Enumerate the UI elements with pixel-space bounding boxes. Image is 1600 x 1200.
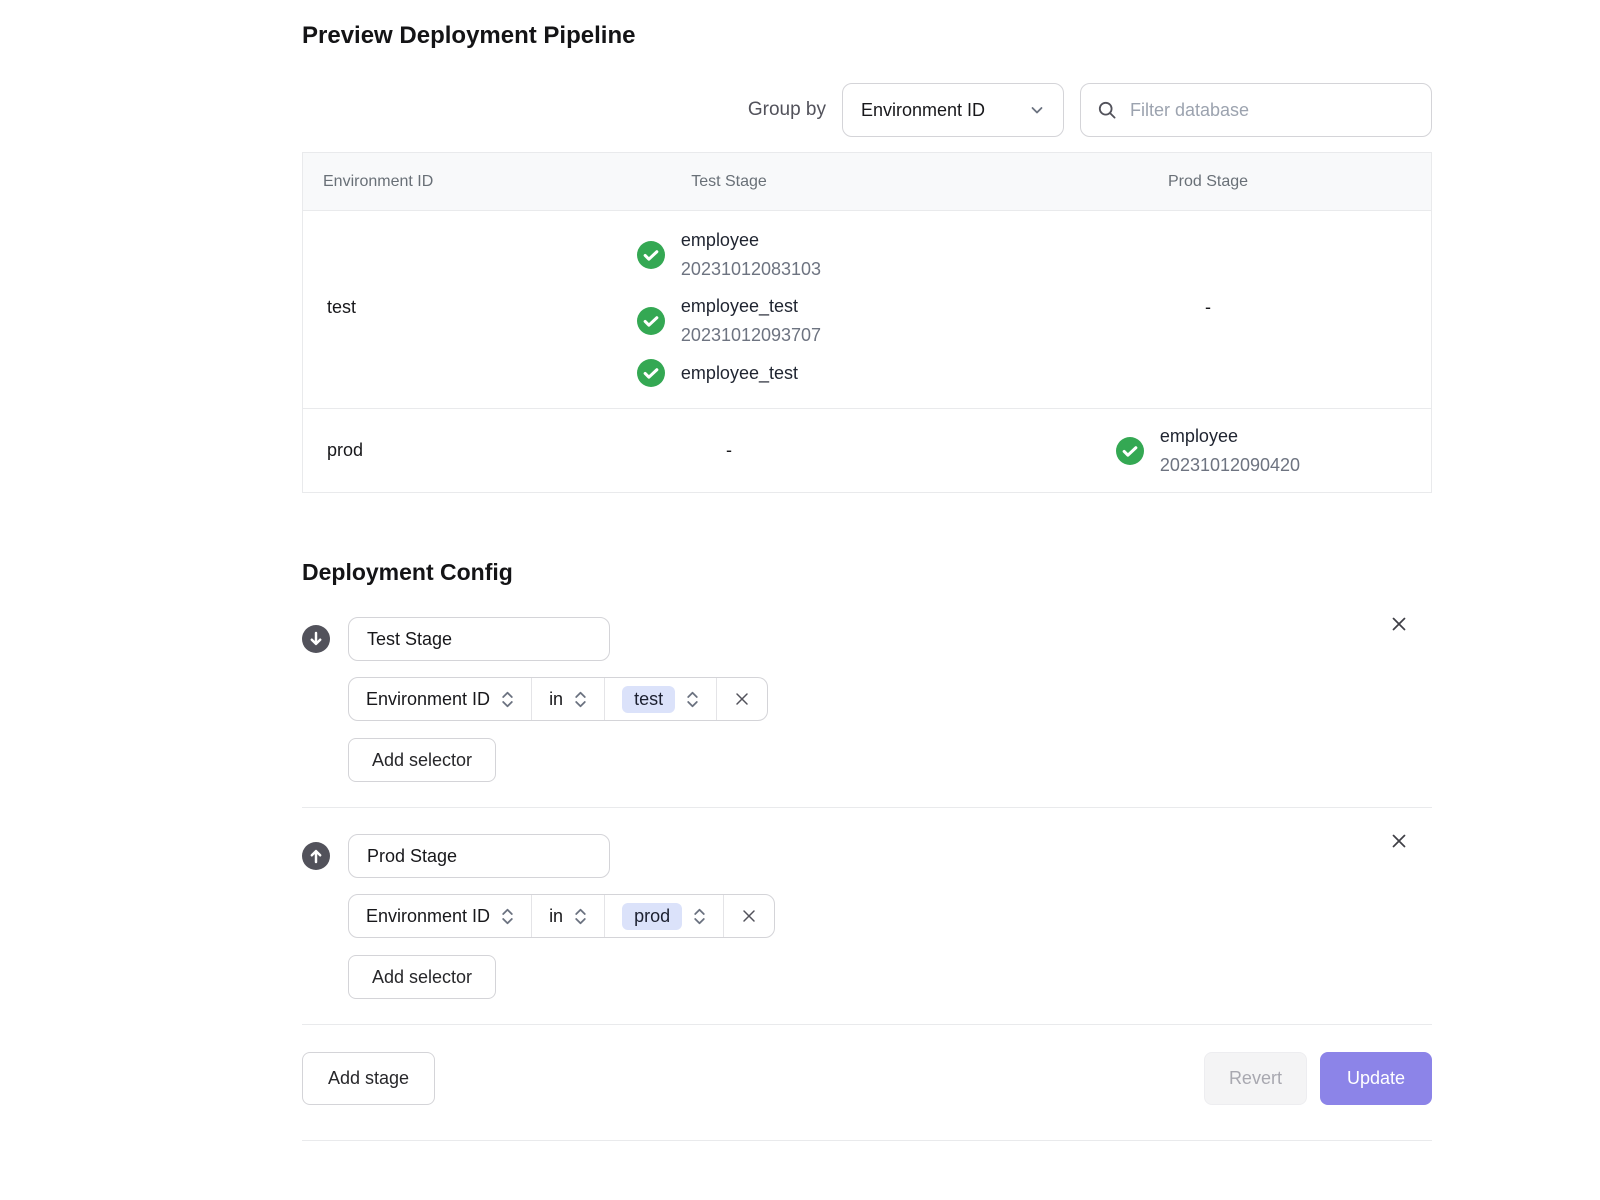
close-icon	[1389, 614, 1409, 634]
add-stage-button[interactable]: Add stage	[302, 1052, 435, 1105]
table-row: test employee 20231012083103	[303, 211, 1431, 409]
stage-header	[302, 617, 1432, 661]
success-check-icon	[637, 359, 665, 387]
arrow-down-circle-icon	[302, 625, 330, 653]
selector-row: Environment ID in test	[348, 677, 1432, 721]
column-header-environment-id: Environment ID	[303, 173, 475, 191]
page: Preview Deployment Pipeline Group by Env…	[302, 0, 1432, 1141]
deployment-entry: employee_test	[637, 359, 821, 387]
database-name: employee	[681, 227, 821, 253]
success-check-icon	[637, 307, 665, 335]
filter-database-box	[1080, 83, 1432, 137]
deployment-config-title: Deployment Config	[302, 559, 1432, 586]
remove-stage-button[interactable]	[1386, 828, 1412, 854]
table-row: prod - employee 20231012090420	[303, 409, 1431, 492]
chevron-up-down-icon	[693, 907, 706, 926]
config-footer: Add stage Revert Update	[302, 1052, 1432, 1105]
column-header-prod-stage: Prod Stage	[983, 173, 1433, 191]
divider	[302, 807, 1432, 808]
table-controls: Group by Environment ID	[302, 83, 1432, 137]
deployment-version: 20231012083103	[681, 256, 821, 282]
search-icon	[1097, 100, 1117, 120]
selector-row: Environment ID in prod	[348, 894, 1432, 938]
deployment-entry: employee_test 20231012093707	[637, 293, 821, 348]
deployment-entry-text: employee 20231012083103	[681, 227, 821, 282]
chevron-up-down-icon	[574, 907, 587, 926]
remove-selector-button[interactable]	[717, 678, 767, 720]
selector-operator-value: in	[549, 906, 563, 927]
test-stage-empty: -	[475, 409, 983, 492]
stage-header	[302, 834, 1432, 878]
group-by-label: Group by	[748, 99, 826, 121]
selector-group: Environment ID in test	[348, 677, 768, 721]
chevron-up-down-icon	[574, 690, 587, 709]
chevron-up-down-icon	[686, 690, 699, 709]
column-header-test-stage: Test Stage	[475, 173, 983, 191]
stage-block-test: Environment ID in test	[302, 617, 1432, 782]
deployment-entry-text: employee 20231012090420	[1160, 423, 1300, 478]
deployment-version: 20231012093707	[681, 322, 821, 348]
divider	[302, 1024, 1432, 1025]
close-icon	[740, 907, 758, 925]
prod-stage-empty: -	[983, 227, 1433, 387]
deployment-version: 20231012090420	[1160, 452, 1300, 478]
selector-operator-value: in	[549, 689, 563, 710]
database-name: employee_test	[681, 360, 798, 386]
database-name: employee	[1160, 423, 1300, 449]
remove-stage-button[interactable]	[1386, 611, 1412, 637]
close-icon	[733, 690, 751, 708]
selector-key-select[interactable]: Environment ID	[349, 678, 531, 720]
chevron-up-down-icon	[501, 690, 514, 709]
selector-value-tag: prod	[622, 903, 682, 930]
selector-value-select[interactable]: test	[605, 678, 716, 720]
group-by-selected-value: Environment ID	[861, 100, 985, 121]
database-name: employee_test	[681, 293, 821, 319]
update-button[interactable]: Update	[1320, 1052, 1432, 1105]
add-selector-button[interactable]: Add selector	[348, 738, 496, 782]
revert-button[interactable]: Revert	[1204, 1052, 1307, 1105]
environment-id-cell: prod	[303, 409, 475, 492]
selector-operator-select[interactable]: in	[532, 678, 604, 720]
footer-actions: Revert Update	[1204, 1052, 1432, 1105]
group-by-select[interactable]: Environment ID	[842, 83, 1064, 137]
pipeline-table: Environment ID Test Stage Prod Stage tes…	[302, 152, 1432, 493]
test-stage-cell: employee 20231012083103 employee_test 20…	[475, 227, 983, 387]
selector-operator-select[interactable]: in	[532, 895, 604, 937]
selector-key-value: Environment ID	[366, 689, 490, 710]
selector-value-tag: test	[622, 686, 675, 713]
prod-stage-cell: employee 20231012090420	[983, 409, 1433, 492]
chevron-up-down-icon	[501, 907, 514, 926]
remove-selector-button[interactable]	[724, 895, 774, 937]
deployment-list: employee 20231012083103 employee_test 20…	[637, 227, 821, 387]
page-title: Preview Deployment Pipeline	[302, 22, 1432, 50]
success-check-icon	[637, 241, 665, 269]
deployment-entry: employee 20231012090420	[1116, 423, 1300, 478]
success-check-icon	[1116, 437, 1144, 465]
stage-block-prod: Environment ID in prod	[302, 834, 1432, 999]
chevron-down-icon	[1029, 102, 1045, 118]
stage-name-input[interactable]	[348, 834, 610, 878]
deployment-entry-text: employee_test	[681, 360, 798, 386]
stage-name-input[interactable]	[348, 617, 610, 661]
pipeline-table-header: Environment ID Test Stage Prod Stage	[303, 153, 1431, 211]
add-selector-button[interactable]: Add selector	[348, 955, 496, 999]
environment-id-cell: test	[303, 227, 475, 387]
arrow-up-circle-icon	[302, 842, 330, 870]
filter-database-input[interactable]	[1128, 99, 1415, 122]
close-icon	[1389, 831, 1409, 851]
divider	[302, 1140, 1432, 1141]
selector-group: Environment ID in prod	[348, 894, 775, 938]
selector-key-value: Environment ID	[366, 906, 490, 927]
selector-key-select[interactable]: Environment ID	[349, 895, 531, 937]
selector-value-select[interactable]: prod	[605, 895, 723, 937]
deployment-entry: employee 20231012083103	[637, 227, 821, 282]
deployment-entry-text: employee_test 20231012093707	[681, 293, 821, 348]
